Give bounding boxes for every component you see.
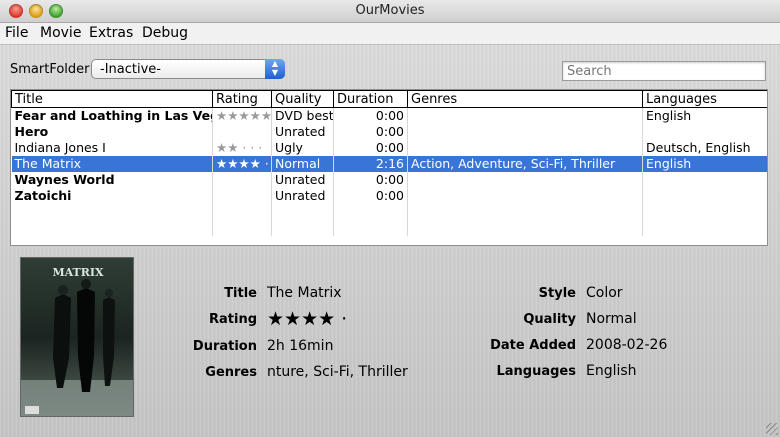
cell-title: Zatoichi xyxy=(11,188,213,204)
cell-quality: Ugly xyxy=(271,140,334,156)
movie-poster: MATRIX xyxy=(20,257,134,417)
empty-cell xyxy=(271,204,334,220)
cell-title: Waynes World xyxy=(11,172,213,188)
empty-cell xyxy=(212,220,272,236)
cell-rating xyxy=(212,124,272,140)
detail-genres-label: Genres xyxy=(205,365,257,380)
detail-languages-label: Languages xyxy=(496,364,576,379)
table-row[interactable]: Hero Unrated 0:00 xyxy=(11,124,767,140)
cell-rating: ★★ · · · xyxy=(212,140,272,156)
table-row[interactable]: Indiana Jones I ★★ · · · Ugly 0:00 Deutsch, … xyxy=(11,140,767,156)
detail-quality-value: Normal xyxy=(586,311,637,327)
detail-style-label: Style xyxy=(538,286,576,301)
detail-genres-value[interactable]: nture, Sci-Fi, Thriller xyxy=(267,364,408,380)
window-title: OurMovies xyxy=(355,3,425,18)
empty-cell xyxy=(407,220,643,236)
title-bar: OurMovies xyxy=(0,0,780,23)
cell-rating: ★★★★★ xyxy=(212,107,272,124)
column-header-duration[interactable]: Duration xyxy=(333,90,408,108)
column-header-genres[interactable]: Genres xyxy=(407,90,643,108)
cell-title: The Matrix xyxy=(11,156,213,172)
cell-quality: Unrated xyxy=(271,172,334,188)
cell-rating xyxy=(212,172,272,188)
cell-genres xyxy=(407,140,643,156)
cell-quality: Unrated xyxy=(271,188,334,204)
cell-quality: Unrated xyxy=(271,124,334,140)
table-row[interactable]: Fear and Loathing in Las Vegas★★★★★DVD b… xyxy=(11,107,767,124)
cell-rating xyxy=(212,188,272,204)
cell-languages xyxy=(642,124,767,140)
table-row[interactable]: The Matrix ★★★★ · Normal 2:16 Action, Advent… xyxy=(11,156,767,172)
poster-image: MATRIX xyxy=(21,258,133,416)
menu-file[interactable]: File xyxy=(5,25,28,41)
detail-style-value: Color xyxy=(586,285,623,301)
cell-languages xyxy=(642,188,767,204)
cell-duration: 0:00 xyxy=(333,124,408,140)
cell-title: Fear and Loathing in Las Vegas xyxy=(11,107,213,124)
table-header: Title Rating Quality Duration Genres Lan… xyxy=(11,90,767,108)
cell-languages xyxy=(642,172,767,188)
smartfolder-value: -Inactive- xyxy=(100,62,161,77)
detail-rating-label: Rating xyxy=(208,312,257,327)
column-header-quality[interactable]: Quality xyxy=(271,90,334,108)
menu-bar: File Movie Extras Debug xyxy=(0,23,780,45)
movies-table[interactable]: Title Rating Quality Duration Genres Lan… xyxy=(10,89,768,246)
empty-row xyxy=(11,220,767,236)
cell-languages: English xyxy=(642,107,767,124)
cell-duration: 0:00 xyxy=(333,107,408,124)
cell-languages: English xyxy=(642,156,767,172)
detail-title-label: Title xyxy=(224,286,257,301)
smartfolder-label: SmartFolder xyxy=(10,62,90,77)
table-row[interactable]: Zatoichi Unrated 0:00 xyxy=(11,188,767,204)
popup-arrows-icon: ▲ ▼ xyxy=(265,59,285,79)
cell-genres xyxy=(407,188,643,204)
cell-title: Hero xyxy=(11,124,213,140)
empty-cell xyxy=(333,204,408,220)
detail-rating-stars[interactable]: ★★★★ · xyxy=(267,308,347,330)
cell-genres xyxy=(407,172,643,188)
cell-genres: Action, Adventure, Sci-Fi, Thriller xyxy=(407,156,643,172)
empty-cell xyxy=(333,220,408,236)
empty-cell xyxy=(642,204,767,220)
cell-genres xyxy=(407,107,643,124)
cell-title: Indiana Jones I xyxy=(11,140,213,156)
column-header-title[interactable]: Title xyxy=(11,90,213,108)
detail-languages-value: English xyxy=(586,363,637,379)
table-row[interactable]: Waynes World Unrated 0:00 xyxy=(11,172,767,188)
cell-duration: 0:00 xyxy=(333,188,408,204)
poster-title: MATRIX xyxy=(52,266,104,279)
detail-date-added-label: Date Added xyxy=(490,338,576,353)
menu-movie[interactable]: Movie xyxy=(40,25,81,41)
detail-title-value: The Matrix xyxy=(267,285,342,301)
empty-cell xyxy=(642,220,767,236)
cell-duration: 0:00 xyxy=(333,140,408,156)
menu-debug[interactable]: Debug xyxy=(142,25,188,41)
detail-duration-value: 2h 16min xyxy=(267,338,334,354)
empty-cell xyxy=(11,204,213,220)
cell-rating: ★★★★ · xyxy=(212,156,272,172)
empty-cell xyxy=(212,204,272,220)
empty-row xyxy=(11,204,767,220)
cell-duration: 2:16 xyxy=(333,156,408,172)
detail-quality-label: Quality xyxy=(523,312,576,327)
cell-quality: DVD best xyxy=(271,107,334,124)
menu-extras[interactable]: Extras xyxy=(89,25,133,41)
empty-cell xyxy=(11,220,213,236)
column-header-rating[interactable]: Rating xyxy=(212,90,272,108)
column-header-languages[interactable]: Languages xyxy=(642,90,767,108)
empty-cell xyxy=(271,220,334,236)
detail-date-added-value: 2008-02-26 xyxy=(586,337,668,353)
cell-languages: Deutsch, English xyxy=(642,140,767,156)
cell-quality: Normal xyxy=(271,156,334,172)
app-window: OurMovies File Movie Extras Debug SmartF… xyxy=(0,0,780,437)
cell-genres xyxy=(407,124,643,140)
resize-grip-icon[interactable] xyxy=(766,423,778,435)
empty-cell xyxy=(407,204,643,220)
smartfolder-popup[interactable]: -Inactive- ▲ ▼ xyxy=(91,59,285,79)
cell-duration: 0:00 xyxy=(333,172,408,188)
detail-duration-label: Duration xyxy=(192,339,257,354)
search-input[interactable] xyxy=(562,61,766,81)
